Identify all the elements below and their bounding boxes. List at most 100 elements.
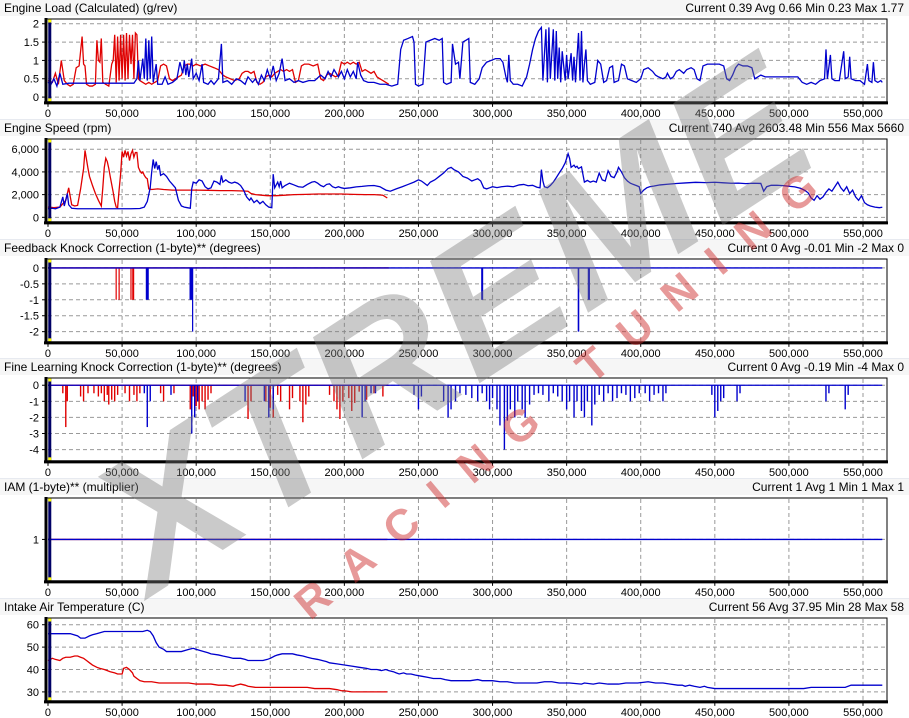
svg-text:50,000: 50,000	[105, 228, 139, 239]
panel-stats: Current 0.39 Avg 0.66 Min 0.23 Max 1.77	[685, 1, 904, 15]
panel-iam: IAM (1-byte)** (multiplier) Current 1 Av…	[0, 478, 909, 598]
svg-text:0: 0	[33, 92, 39, 104]
panel-title: Engine Load (Calculated) (g/rev)	[4, 1, 177, 15]
panel-header: Feedback Knock Correction (1-byte)** (de…	[0, 240, 909, 256]
svg-text:300,000: 300,000	[473, 228, 513, 239]
svg-text:350,000: 350,000	[547, 228, 587, 239]
svg-text:1: 1	[33, 535, 39, 547]
svg-text:450,000: 450,000	[695, 467, 735, 478]
svg-text:500,000: 500,000	[769, 108, 809, 119]
svg-text:250,000: 250,000	[399, 108, 439, 119]
svg-text:200,000: 200,000	[324, 707, 364, 718]
svg-text:550,000: 550,000	[843, 108, 883, 119]
svg-text:0: 0	[45, 707, 51, 718]
svg-text:400,000: 400,000	[621, 467, 661, 478]
panel-title: Fine Learning Knock Correction (1-byte)*…	[4, 360, 281, 374]
feedback-knock-chart[interactable]: 0-0.5-1-1.5-2050,000100,000150,000200,00…	[0, 256, 909, 359]
svg-text:550,000: 550,000	[843, 347, 883, 358]
panel-title: Engine Speed (rpm)	[4, 121, 111, 135]
panel-fine-knock: Fine Learning Knock Correction (1-byte)*…	[0, 358, 909, 478]
svg-text:100,000: 100,000	[176, 228, 216, 239]
svg-text:150,000: 150,000	[250, 228, 290, 239]
svg-text:550,000: 550,000	[843, 228, 883, 239]
svg-text:250,000: 250,000	[399, 467, 439, 478]
svg-text:400,000: 400,000	[621, 347, 661, 358]
svg-text:0: 0	[45, 108, 51, 119]
panel-stats: Current 0 Avg -0.01 Min -2 Max 0	[727, 241, 904, 255]
svg-text:450,000: 450,000	[695, 587, 735, 598]
svg-text:50,000: 50,000	[105, 587, 139, 598]
svg-text:40: 40	[27, 665, 39, 677]
engine-speed-chart[interactable]: 6,0004,0002,0000050,000100,000150,000200…	[0, 136, 909, 239]
svg-text:50: 50	[27, 642, 39, 654]
panel-stats: Current 56 Avg 37.95 Min 28 Max 58	[709, 600, 904, 614]
fine-knock-chart[interactable]: 0-1-2-3-4050,000100,000150,000200,000250…	[0, 375, 909, 478]
svg-text:200,000: 200,000	[324, 587, 364, 598]
svg-text:0: 0	[45, 587, 51, 598]
svg-text:0: 0	[33, 381, 39, 393]
panel-engine-speed: Engine Speed (rpm) Current 740 Avg 2603.…	[0, 119, 909, 239]
svg-text:100,000: 100,000	[176, 347, 216, 358]
iam-chart[interactable]: 1050,000100,000150,000200,000250,000300,…	[0, 495, 909, 598]
svg-text:400,000: 400,000	[621, 587, 661, 598]
svg-text:100,000: 100,000	[176, 467, 216, 478]
svg-text:30: 30	[27, 687, 39, 699]
svg-text:0: 0	[33, 263, 39, 275]
svg-text:350,000: 350,000	[547, 347, 587, 358]
svg-text:250,000: 250,000	[399, 707, 439, 718]
svg-text:300,000: 300,000	[473, 467, 513, 478]
svg-text:450,000: 450,000	[695, 108, 735, 119]
svg-text:0: 0	[45, 347, 51, 358]
panel-feedback-knock: Feedback Knock Correction (1-byte)** (de…	[0, 239, 909, 359]
svg-text:1: 1	[33, 55, 39, 67]
panel-header: Engine Speed (rpm) Current 740 Avg 2603.…	[0, 120, 909, 136]
svg-text:150,000: 150,000	[250, 707, 290, 718]
panel-intake-air-temp: Intake Air Temperature (C) Current 56 Av…	[0, 598, 909, 718]
log-graph-viewer: Engine Load (Calculated) (g/rev) Current…	[0, 0, 909, 718]
svg-text:500,000: 500,000	[769, 467, 809, 478]
svg-text:350,000: 350,000	[547, 108, 587, 119]
panel-stats: Current 1 Avg 1 Min 1 Max 1	[752, 480, 904, 494]
svg-text:50,000: 50,000	[105, 707, 139, 718]
svg-text:2,000: 2,000	[11, 189, 39, 201]
svg-text:-2: -2	[29, 413, 39, 425]
svg-text:450,000: 450,000	[695, 347, 735, 358]
svg-text:350,000: 350,000	[547, 587, 587, 598]
svg-text:-2: -2	[29, 326, 39, 338]
svg-text:50,000: 50,000	[105, 108, 139, 119]
svg-text:150,000: 150,000	[250, 347, 290, 358]
panel-header: IAM (1-byte)** (multiplier) Current 1 Av…	[0, 479, 909, 495]
svg-text:100,000: 100,000	[176, 108, 216, 119]
svg-text:2: 2	[33, 19, 39, 31]
svg-text:-1: -1	[29, 397, 39, 409]
svg-text:6,000: 6,000	[11, 144, 39, 156]
svg-text:200,000: 200,000	[324, 108, 364, 119]
engine-load-chart[interactable]: 21.510.50050,000100,000150,000200,000250…	[0, 16, 909, 119]
svg-text:350,000: 350,000	[547, 467, 587, 478]
svg-text:450,000: 450,000	[695, 707, 735, 718]
svg-text:60: 60	[27, 620, 39, 632]
svg-text:200,000: 200,000	[324, 228, 364, 239]
svg-text:-0.5: -0.5	[20, 279, 39, 291]
svg-text:-1.5: -1.5	[20, 310, 39, 322]
panel-header: Engine Load (Calculated) (g/rev) Current…	[0, 0, 909, 16]
svg-text:0: 0	[45, 228, 51, 239]
panel-title: Intake Air Temperature (C)	[4, 600, 145, 614]
svg-text:150,000: 150,000	[250, 467, 290, 478]
svg-text:550,000: 550,000	[843, 467, 883, 478]
svg-text:500,000: 500,000	[769, 347, 809, 358]
svg-text:550,000: 550,000	[843, 707, 883, 718]
intake-air-temp-chart[interactable]: 60504030050,000100,000150,000200,000250,…	[0, 615, 909, 718]
svg-text:200,000: 200,000	[324, 347, 364, 358]
svg-text:250,000: 250,000	[399, 347, 439, 358]
svg-text:300,000: 300,000	[473, 108, 513, 119]
panel-stats: Current 740 Avg 2603.48 Min 556 Max 5660	[669, 121, 904, 135]
svg-text:300,000: 300,000	[473, 347, 513, 358]
svg-text:400,000: 400,000	[621, 707, 661, 718]
svg-text:50,000: 50,000	[105, 347, 139, 358]
svg-text:500,000: 500,000	[769, 228, 809, 239]
svg-text:300,000: 300,000	[473, 707, 513, 718]
svg-text:4,000: 4,000	[11, 167, 39, 179]
svg-text:150,000: 150,000	[250, 108, 290, 119]
svg-text:1.5: 1.5	[24, 37, 39, 49]
